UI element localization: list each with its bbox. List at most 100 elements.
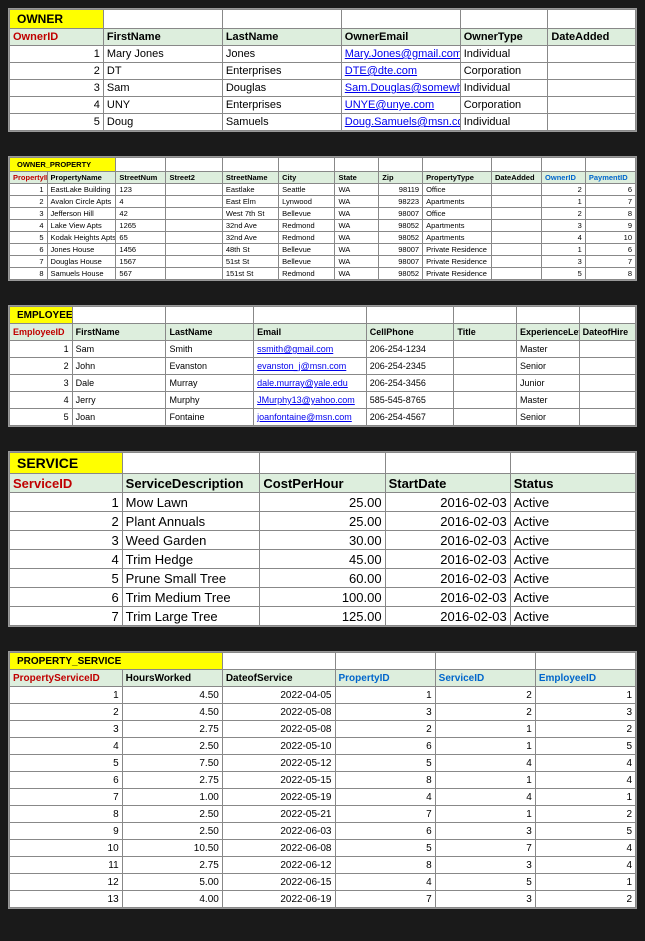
cell: 30.00 — [260, 531, 385, 550]
cell: 2016-02-03 — [385, 493, 510, 512]
cell: 4 — [535, 772, 635, 789]
email-link[interactable]: Sam.Douglas@somewher — [345, 82, 460, 94]
cell: WA — [335, 220, 379, 232]
table-row: 1010.502022-06-08574 — [10, 840, 636, 857]
table-row: 2Plant Annuals25.002016-02-03Active — [10, 512, 636, 531]
col-header: Title — [454, 324, 517, 341]
cell: Apartments — [423, 220, 492, 232]
cell: 7 — [585, 196, 635, 208]
col-header: PaymentID — [585, 172, 635, 184]
cell: WA — [335, 184, 379, 196]
email-link[interactable]: DTE@dte.com — [345, 65, 417, 77]
email-link[interactable]: UNYE@unye.com — [345, 99, 434, 111]
cell: 206-254-2345 — [366, 358, 454, 375]
cell: 10 — [585, 232, 635, 244]
cell: 3 — [535, 704, 635, 721]
col-header: PropertyType — [423, 172, 492, 184]
cell: 1 — [435, 721, 535, 738]
col-header: LastName — [222, 29, 341, 46]
cell: joanfontaine@msn.com — [254, 409, 367, 426]
cell: 9 — [585, 220, 635, 232]
col-header: DateAdded — [491, 172, 541, 184]
cell: 4 — [10, 550, 123, 569]
cell: Active — [510, 550, 635, 569]
cell — [454, 375, 517, 392]
cell: 5 — [535, 823, 635, 840]
cell: Sam — [72, 341, 166, 358]
email-link[interactable]: JMurphy13@yahoo.com — [257, 395, 355, 405]
cell: Office — [423, 184, 492, 196]
table-title: PROPERTY_SERVICE — [13, 655, 125, 668]
col-header: PropertyServiceID — [10, 670, 123, 687]
cell: 4 — [335, 874, 435, 891]
cell: 3 — [435, 823, 535, 840]
cell: UNYE@unye.com — [341, 97, 460, 114]
cell: Smith — [166, 341, 254, 358]
table-title: OWNER_PROPERTY — [13, 159, 95, 170]
cell: Senior — [517, 409, 580, 426]
cell: 2 — [435, 704, 535, 721]
cell — [548, 63, 636, 80]
cell: Private Residence — [423, 268, 492, 280]
cell: 1 — [10, 184, 48, 196]
cell: EastLake Building — [47, 184, 116, 196]
cell: Corporation — [460, 97, 548, 114]
cell: WA — [335, 268, 379, 280]
cell: 11 — [10, 857, 123, 874]
cell: Douglas — [222, 80, 341, 97]
cell: Doug.Samuels@msn.com — [341, 114, 460, 131]
cell: 5.00 — [122, 874, 222, 891]
col-header: CellPhone — [366, 324, 454, 341]
col-header: ServiceID — [435, 670, 535, 687]
table-row: 1EastLake Building123EastlakeSeattleWA98… — [10, 184, 636, 196]
cell: ssmith@gmail.com — [254, 341, 367, 358]
cell: Weed Garden — [122, 531, 260, 550]
cell: 2022-05-08 — [222, 704, 335, 721]
cell: Lynwood — [279, 196, 335, 208]
cell: 1 — [535, 789, 635, 806]
cell: 1456 — [116, 244, 166, 256]
cell — [579, 409, 635, 426]
cell — [579, 392, 635, 409]
cell: Individual — [460, 114, 548, 131]
cell: 5 — [10, 232, 48, 244]
cell: 8 — [10, 806, 123, 823]
cell: 2.75 — [122, 772, 222, 789]
email-link[interactable]: dale.murray@yale.edu — [257, 378, 348, 388]
col-header: State — [335, 172, 379, 184]
cell: Jones House — [47, 244, 116, 256]
cell: 6 — [10, 772, 123, 789]
cell: Active — [510, 531, 635, 550]
table-row: 125.002022-06-15451 — [10, 874, 636, 891]
col-header: OwnerType — [460, 29, 548, 46]
cell: 2.75 — [122, 857, 222, 874]
cell: 2022-05-12 — [222, 755, 335, 772]
cell: Prune Small Tree — [122, 569, 260, 588]
email-link[interactable]: evanston_j@msn.com — [257, 361, 346, 371]
cell: 8 — [335, 857, 435, 874]
cell: 6 — [335, 738, 435, 755]
email-link[interactable]: ssmith@gmail.com — [257, 344, 333, 354]
cell: Douglas House — [47, 256, 116, 268]
cell: 2022-05-10 — [222, 738, 335, 755]
cell: Individual — [460, 80, 548, 97]
cell: 2022-05-08 — [222, 721, 335, 738]
cell: 2 — [542, 208, 586, 220]
email-link[interactable]: joanfontaine@msn.com — [257, 412, 352, 422]
cell — [548, 114, 636, 131]
cell: 2 — [435, 687, 535, 704]
cell: 1 — [542, 244, 586, 256]
cell: Active — [510, 493, 635, 512]
cell: 2016-02-03 — [385, 588, 510, 607]
cell: 32nd Ave — [222, 232, 278, 244]
cell: 1 — [10, 493, 123, 512]
col-header: OwnerID — [542, 172, 586, 184]
email-link[interactable]: Mary.Jones@gmail.com — [345, 48, 460, 60]
table-row: 71.002022-05-19441 — [10, 789, 636, 806]
email-link[interactable]: Doug.Samuels@msn.com — [345, 116, 460, 128]
cell — [166, 220, 222, 232]
cell: 206-254-4567 — [366, 409, 454, 426]
col-header: ServiceID — [10, 474, 123, 493]
cell: 60.00 — [260, 569, 385, 588]
cell: 13 — [10, 891, 123, 908]
